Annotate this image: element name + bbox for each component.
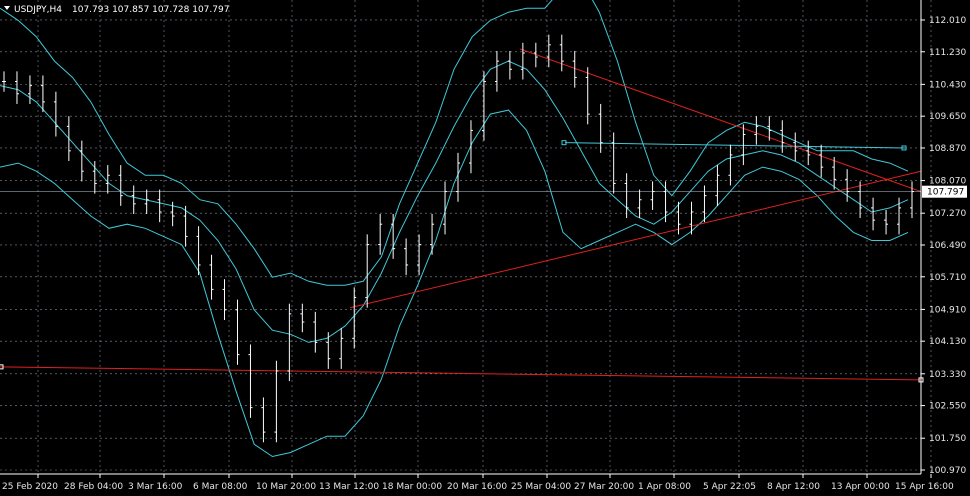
y-tick-label: 112.010	[929, 16, 966, 26]
y-tick-label: 106.490	[929, 241, 966, 251]
x-tick-label: 20 Mar 16:00	[447, 482, 507, 492]
current-price-label: 107.797	[927, 188, 964, 198]
x-tick-label: 13 Mar 12:00	[319, 482, 379, 492]
y-tick-label: 108.070	[929, 177, 966, 187]
y-tick-label: 108.870	[929, 144, 966, 154]
grid	[0, 0, 932, 474]
candles	[2, 34, 914, 443]
indicator-lines	[0, 0, 924, 458]
x-tick-label: 15 Apr 16:00	[895, 482, 954, 492]
bollinger-middle	[0, 60, 909, 343]
horizontal-red-line	[0, 366, 922, 381]
symbol-timeframe: USDJPY,H4	[14, 5, 62, 15]
x-tick-label: 28 Feb 04:00	[64, 482, 123, 492]
cyan-level-line	[564, 142, 906, 149]
dropdown-triangle-icon[interactable]	[4, 6, 10, 10]
x-tick-label: 3 Mar 16:00	[128, 482, 183, 492]
x-tick-label: 6 Mar 08:00	[193, 482, 248, 492]
y-tick-label: 104.910	[929, 305, 966, 315]
ohlc-values: 107.793 107.857 107.728 107.797	[72, 5, 229, 15]
y-tick-label: 102.550	[929, 402, 966, 412]
y-tick-label: 111.230	[929, 48, 966, 58]
x-tick-label: 10 Mar 20:00	[256, 482, 316, 492]
y-tick-label: 110.430	[929, 80, 966, 90]
x-tick-label: 27 Mar 20:00	[574, 482, 634, 492]
y-tick-label: 105.710	[929, 273, 966, 283]
y-tick-label: 109.650	[929, 112, 966, 122]
chart-area[interactable]: 112.010 111.230 110.430 109.650 108.870 108.0…	[0, 0, 970, 496]
y-tick-label: 104.130	[929, 337, 966, 347]
x-tick-label: 8 Apr 12:00	[767, 482, 820, 492]
x-tick-label: 1 Apr 08:00	[638, 482, 691, 492]
x-tick-label: 25 Mar 04:00	[511, 482, 571, 492]
x-tick-label: 5 Apr 22:05	[703, 482, 756, 492]
bollinger-upper	[0, 0, 909, 286]
x-tick-label: 18 Mar 00:00	[382, 482, 442, 492]
x-tick-label: 25 Feb 2020	[2, 482, 58, 492]
x-tick-label: 13 Apr 00:00	[831, 482, 890, 492]
chart-header: USDJPY,H4 107.793 107.857 107.728 107.79…	[4, 5, 229, 15]
trendline-resistance	[519, 48, 922, 193]
y-tick-label: 100.970	[929, 466, 966, 476]
y-tick-label: 101.750	[929, 434, 966, 444]
y-tick-label: 103.330	[929, 370, 966, 380]
price-chart[interactable]: 112.010 111.230 110.430 109.650 108.870 108.0…	[0, 0, 970, 496]
y-tick-label: 107.270	[929, 209, 966, 219]
